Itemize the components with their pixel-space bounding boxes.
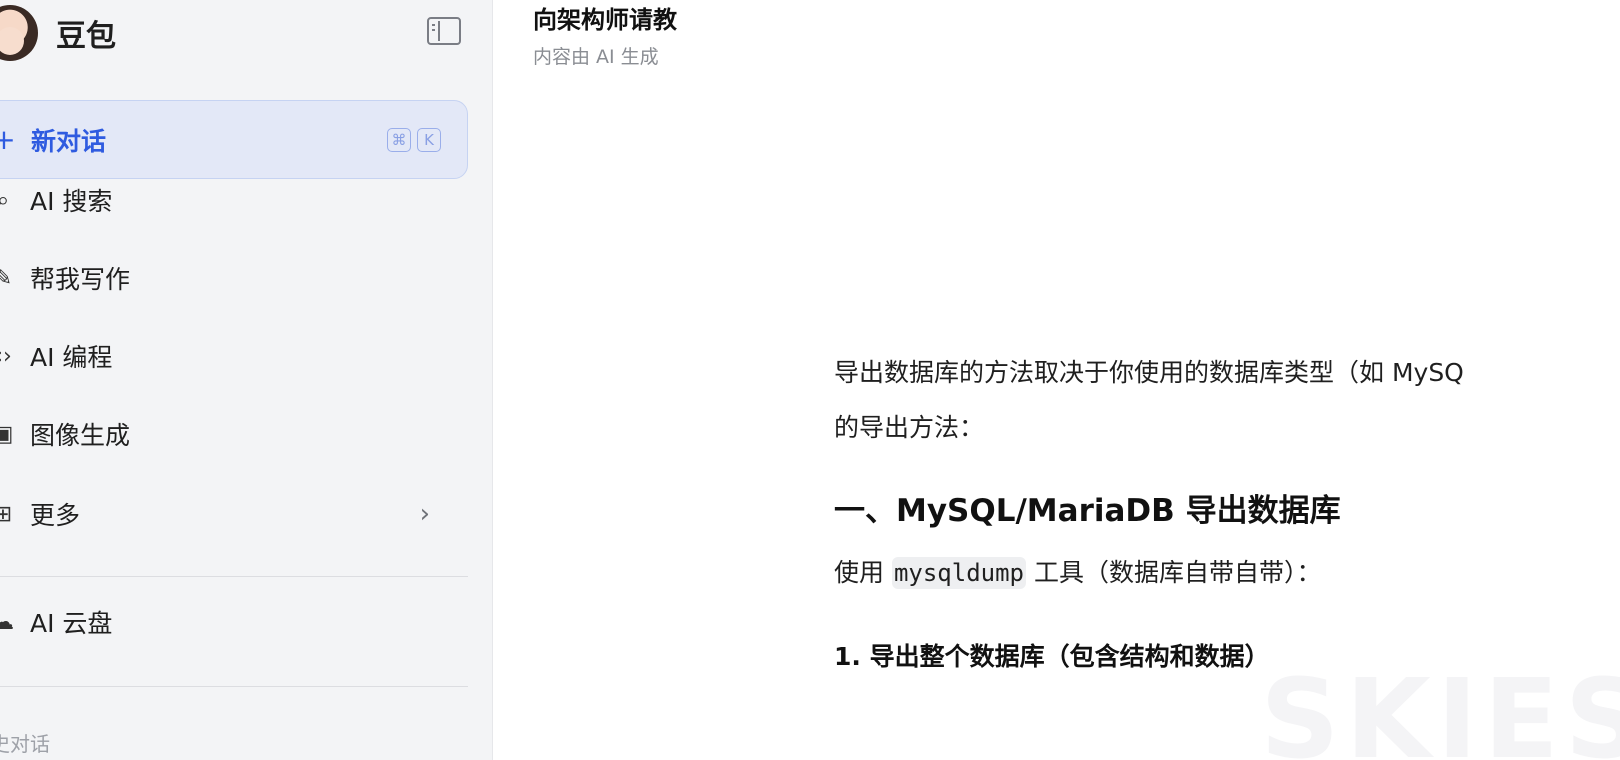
app-window: 豆包 + 新对话 ⌘ K ⌕ AI 搜索 ✎ 帮我写作 ‹› AI 编程 ▣ 图… [0,0,1620,760]
plus-icon: + [0,123,19,156]
sidebar-item-ai-search[interactable]: ⌕ AI 搜索 [0,170,468,230]
answer-intro-line: 的导出方法： [834,413,985,442]
sidebar-divider [0,576,468,577]
k-key-icon: K [417,128,441,152]
answer-paragraph: 使用 mysqldump 工具（数据库自带自带）： [834,545,1620,601]
brand[interactable]: 豆包 [0,0,116,66]
chat-subtitle: 内容由 AI 生成 [533,46,659,68]
pen-icon: ✎ [0,266,18,291]
sidebar-item-label: AI 搜索 [30,187,113,216]
apps-icon: ⊞ [0,502,18,527]
sidebar-item-label: AI 云盘 [30,609,113,638]
sidebar-item-more[interactable]: ⊞ 更多 › [0,484,468,544]
avatar [0,5,38,61]
sidebar-item-label: 图像生成 [30,421,131,450]
assistant-answer: 导出数据库的方法取决于你使用的数据库类型（如 MySQ 的导出方法： 一、MyS… [834,345,1620,673]
new-chat-button[interactable]: + 新对话 ⌘ K [0,100,468,179]
sidebar-toggle-icon[interactable] [427,17,461,45]
chevron-right-icon: › [419,499,430,529]
search-icon: ⌕ [0,188,18,213]
sidebar-item-image[interactable]: ▣ 图像生成 [0,404,468,464]
sidebar-item-label: AI 编程 [30,343,113,372]
text-span: 使用 [834,558,892,587]
sidebar-divider [0,686,468,687]
sidebar-item-writing[interactable]: ✎ 帮我写作 [0,248,468,308]
command-key-icon: ⌘ [387,128,411,152]
chat-main: 向架构师请教 内容由 AI 生成 导出数据库的方法取决于你使用的数据库类型（如 … [493,0,1620,760]
new-chat-label: 新对话 [31,126,107,156]
sidebar-item-cloud[interactable]: ☁ AI 云盘 [0,592,468,652]
sidebar-item-coding[interactable]: ‹› AI 编程 [0,326,468,386]
sidebar-item-label: 帮我写作 [30,265,131,294]
text-span: 工具（数据库自带自带）： [1026,558,1322,587]
sidebar-item-label: 更多 [30,501,81,530]
history-section-label: 史对话 [0,732,50,756]
code-icon: ‹› [0,343,12,369]
image-icon: ▣ [0,422,18,447]
sidebar: 豆包 + 新对话 ⌘ K ⌕ AI 搜索 ✎ 帮我写作 ‹› AI 编程 ▣ 图… [0,0,493,760]
cloud-icon: ☁ [0,610,18,635]
chat-title: 向架构师请教 [533,6,677,34]
brand-name: 豆包 [56,19,116,54]
answer-intro-line: 导出数据库的方法取决于你使用的数据库类型（如 MySQ [834,358,1464,387]
watermark: SKIES [1260,655,1620,760]
answer-heading: 一、MySQL/MariaDB 导出数据库 [834,493,1341,529]
inline-code: mysqldump [891,557,1026,589]
